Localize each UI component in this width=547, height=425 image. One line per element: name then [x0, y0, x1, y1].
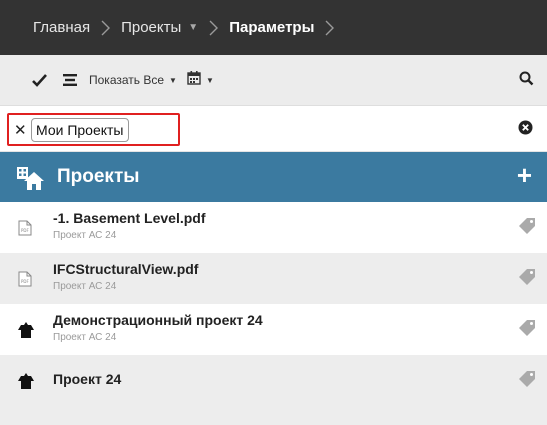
- item-subtitle: Проект АС 24: [53, 332, 117, 343]
- checkmark-icon[interactable]: [32, 73, 47, 87]
- item-subtitle: Проект АС 24: [53, 281, 117, 292]
- building-icon: [18, 373, 34, 394]
- add-project-button[interactable]: +: [517, 162, 532, 188]
- pdf-icon: PDF: [18, 271, 32, 292]
- tag-icon[interactable]: [518, 370, 536, 393]
- item-title: Демонстрационный проект 24: [53, 312, 263, 328]
- show-all-label: Показать Все: [89, 73, 165, 87]
- caret-down-icon: ▼: [205, 75, 214, 85]
- tag-icon[interactable]: [518, 319, 536, 342]
- projects-header: Проекты +: [0, 152, 547, 202]
- project-list: PDF -1. Basement Level.pdf Проект АС 24 …: [0, 202, 547, 406]
- list-item[interactable]: Демонстрационный проект 24 Проект АС 24: [0, 304, 547, 355]
- building-icon: [18, 322, 34, 343]
- remove-filter-icon[interactable]: ✕: [14, 121, 27, 139]
- calendar-dropdown[interactable]: ▼: [187, 70, 214, 90]
- item-subtitle: Проект АС 24: [53, 230, 117, 241]
- caret-down-icon: ▼: [169, 75, 177, 85]
- chevron-right-icon: [325, 20, 335, 36]
- tag-icon[interactable]: [518, 268, 536, 291]
- item-title: Проект 24: [53, 371, 122, 387]
- tag-icon[interactable]: [518, 217, 536, 240]
- svg-text:PDF: PDF: [21, 279, 29, 284]
- list-menu-icon[interactable]: [63, 74, 77, 86]
- projects-building-icon: [15, 165, 45, 196]
- clear-circle-icon[interactable]: [518, 120, 533, 140]
- list-footer-band: [0, 406, 547, 425]
- toolbar: Показать Все ▼ ▼: [0, 55, 547, 106]
- breadcrumb-current: Параметры: [229, 19, 315, 36]
- pdf-icon: PDF: [18, 220, 32, 241]
- section-title: Проекты: [57, 166, 140, 187]
- chevron-right-icon: [101, 20, 111, 36]
- list-item[interactable]: Проект 24: [0, 355, 547, 406]
- item-title: -1. Basement Level.pdf: [53, 210, 206, 226]
- list-item[interactable]: PDF IFCStructuralView.pdf Проект АС 24: [0, 253, 547, 304]
- filter-chip[interactable]: Мои Проекты: [31, 118, 129, 142]
- breadcrumb: Главная Проекты ▼ Параметры: [0, 0, 547, 55]
- caret-down-icon[interactable]: ▼: [188, 22, 198, 33]
- show-all-dropdown[interactable]: Показать Все ▼: [89, 73, 177, 87]
- item-title: IFCStructuralView.pdf: [53, 261, 199, 277]
- breadcrumb-home[interactable]: Главная: [33, 19, 90, 36]
- breadcrumb-projects-label: Проекты: [121, 19, 182, 36]
- search-icon[interactable]: [519, 71, 534, 86]
- list-item[interactable]: PDF -1. Basement Level.pdf Проект АС 24: [0, 202, 547, 253]
- svg-text:PDF: PDF: [21, 228, 29, 233]
- breadcrumb-projects[interactable]: Проекты ▼: [121, 19, 198, 36]
- calendar-icon: [187, 70, 201, 90]
- chevron-right-icon: [209, 20, 219, 36]
